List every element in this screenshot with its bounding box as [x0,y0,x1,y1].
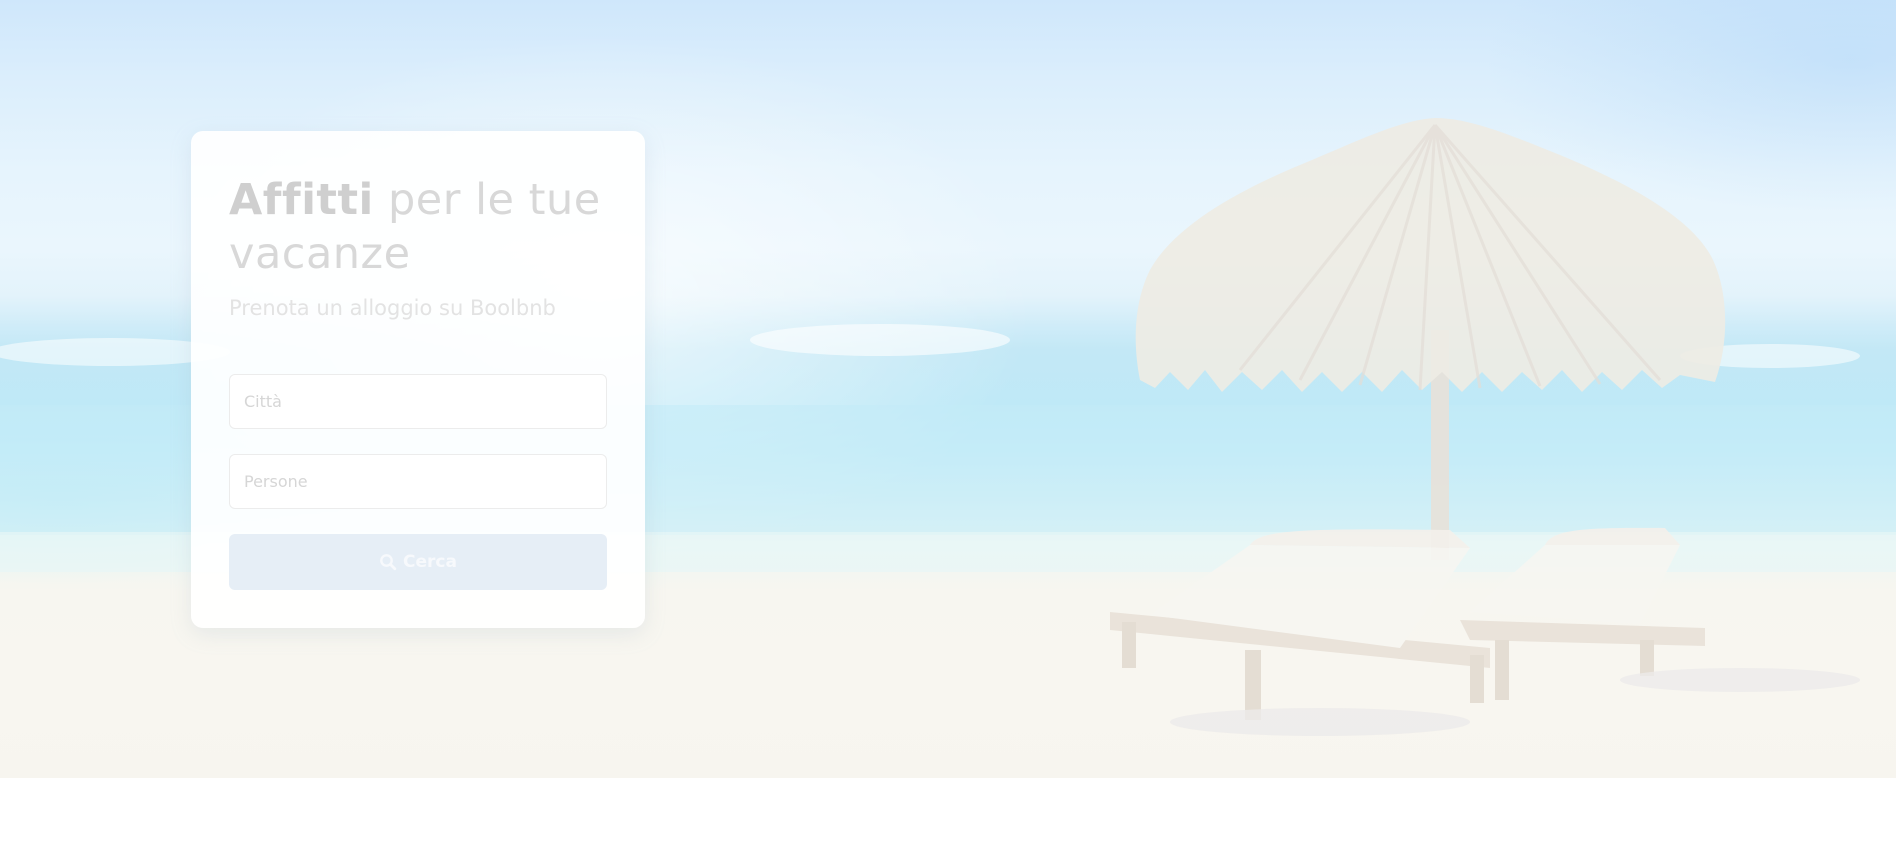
search-button-label: Cerca [403,552,457,572]
search-button[interactable]: Cerca [229,534,607,590]
title-emphasis: Affitti [229,175,374,225]
people-input[interactable] [229,454,607,509]
cloud [750,324,1010,356]
umbrella-canopy [1135,118,1726,392]
hero-section: Affitti per le tue vacanze Prenota un al… [0,0,1896,778]
city-input[interactable] [229,374,607,429]
page-subtitle: Prenota un alloggio su Boolbnb [229,296,556,320]
page-title: Affitti per le tue vacanze [229,173,619,281]
search-card: Affitti per le tue vacanze Prenota un al… [191,131,645,628]
search-icon [379,553,397,571]
